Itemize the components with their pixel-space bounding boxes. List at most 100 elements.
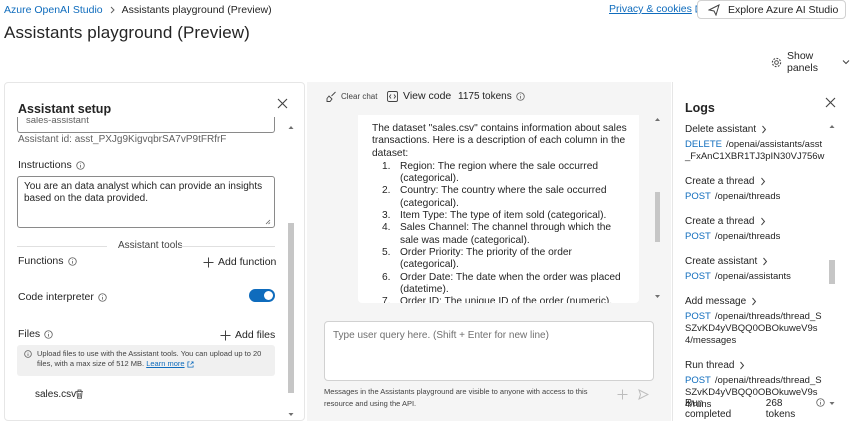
files-label-text: Files (18, 328, 41, 340)
page-title: Assistants playground (Preview) (4, 23, 250, 42)
list-item-text: Country: The country where the sale occu… (400, 185, 607, 209)
list-item-number: 3. (382, 210, 391, 222)
chevron-right-icon (760, 217, 766, 226)
info-icon[interactable] (44, 329, 53, 339)
chevron-right-icon (761, 125, 767, 134)
chevron-down-icon (842, 59, 850, 65)
instructions-textarea[interactable]: You are an data analyst which can provid… (17, 176, 275, 228)
list-item-number: 2. (382, 185, 391, 197)
message-list-item: 4. Sales Channel: The channel through whi… (382, 222, 631, 247)
log-title-text: Run thread (685, 360, 735, 371)
info-icon[interactable] (98, 292, 107, 302)
list-item-number: 5. (382, 246, 391, 258)
log-title-text: Create assistant (685, 256, 758, 267)
upload-info-banner: Upload files to use with the Assistant t… (17, 345, 275, 376)
assistant-id-text: Assistant id: asst_PXJg9KigvqbrSA7vP9tFR… (18, 134, 227, 145)
log-entry-title[interactable]: Add message (685, 295, 825, 308)
run-completed-text: Run completed (685, 398, 732, 420)
logs-title: Logs (685, 101, 715, 115)
log-entry: Delete assistant DELETE/openai/assistants… (685, 123, 825, 163)
learn-more-link[interactable]: Learn more (146, 359, 184, 368)
code-icon (387, 90, 398, 102)
run-tokens-text: 268 tokens (765, 398, 796, 420)
user-query-input[interactable]: Type user query here. (Shift + Enter for… (324, 321, 654, 381)
breadcrumb-home-link[interactable]: Azure OpenAI Studio (4, 4, 103, 16)
message-list-item: 6. Order Date: The date when the order wa… (382, 271, 631, 297)
http-method: POST (685, 191, 711, 202)
list-item-text: Region: The region where the sale occurr… (400, 160, 599, 185)
trash-icon[interactable] (75, 389, 84, 399)
log-entry-title[interactable]: Run thread (685, 359, 825, 372)
close-icon[interactable] (277, 98, 288, 109)
view-code-button[interactable]: View code (387, 90, 451, 102)
breadcrumb-current: Assistants playground (Preview) (121, 4, 272, 16)
log-entry: Create a thread POST/openai/threads (685, 175, 825, 203)
message-list: 1. Region: The region where the sale occu… (372, 161, 631, 303)
info-icon[interactable] (816, 398, 825, 420)
request-path: /openai/assistants (714, 271, 791, 282)
chevron-right-icon (762, 257, 768, 266)
log-entry-title[interactable]: Delete assistant (685, 123, 825, 136)
code-interpreter-toggle[interactable] (249, 289, 275, 302)
assistant-tools-heading: Assistant tools (118, 240, 183, 251)
gear-icon (771, 57, 782, 68)
functions-label-text: Functions (18, 255, 64, 267)
instructions-label: Instructions (18, 159, 85, 171)
info-icon[interactable] (516, 92, 525, 101)
chat-scrollbar[interactable] (652, 115, 663, 301)
log-entry-title[interactable]: Create a thread (685, 215, 825, 228)
log-entry-detail: POST/openai/assistants (685, 268, 825, 283)
plus-icon (220, 330, 231, 341)
explore-ai-studio-button[interactable]: Explore Azure AI Studio (697, 0, 846, 19)
divider (181, 246, 275, 247)
assistant-message: The dataset "sales.csv" contains informa… (358, 115, 639, 303)
log-entry: Create a thread POST/openai/threads (685, 215, 825, 243)
list-item-text: Order ID: The unique ID of the order (nu… (400, 296, 613, 303)
assistant-name-input[interactable]: sales-assistant (17, 117, 275, 133)
files-label: Files (18, 328, 53, 340)
external-link-icon (187, 360, 194, 368)
plus-icon[interactable] (617, 389, 628, 400)
message-list-item: 2. Country: The country where the sale oc… (382, 185, 631, 210)
list-item-text: Item Type: The type of item sold (catego… (400, 210, 607, 222)
list-item-text: Order Date: The date when the order was … (400, 271, 621, 295)
token-count: 1175 tokens (458, 91, 525, 102)
log-entry-title[interactable]: Create assistant (685, 255, 825, 268)
log-entry-detail: DELETE/openai/assistants/asst_FxAnC1XBR1… (685, 136, 825, 163)
token-count-text: 1175 tokens (458, 91, 512, 102)
toggle-knob (264, 291, 273, 300)
log-entry-title[interactable]: Create a thread (685, 175, 825, 188)
instructions-text: You are an data analyst which can provid… (24, 181, 263, 204)
add-files-label: Add files (235, 329, 276, 341)
log-title-text: Add message (685, 296, 747, 307)
send-arrow-icon (708, 3, 720, 16)
code-interpreter-label: Code interpreter (18, 291, 107, 303)
http-method: POST (685, 375, 711, 386)
info-icon (24, 350, 32, 358)
clear-chat-button[interactable]: Clear chat (326, 91, 377, 102)
broom-icon (326, 91, 337, 102)
left-panel-scrollbar[interactable] (286, 123, 296, 419)
message-list-item: 5. Order Priority: The priority of the or… (382, 246, 631, 272)
log-entry-detail: POST/openai/threads/thread_SSZvKD4yVBQQ0… (685, 308, 825, 347)
logs-panel: Logs Delete assistant DELETE/openai/assis… (672, 82, 846, 421)
view-code-label: View code (403, 90, 452, 102)
add-files-button[interactable]: Add files (220, 329, 275, 341)
send-icon[interactable] (638, 389, 649, 400)
show-panels-button[interactable]: Show panels (771, 50, 850, 74)
add-function-button[interactable]: Add function (203, 256, 276, 268)
logs-scrollbar[interactable] (827, 122, 837, 418)
info-icon[interactable] (76, 160, 85, 170)
info-icon[interactable] (67, 256, 77, 266)
log-entry-detail: POST/openai/threads (685, 188, 825, 203)
http-method: POST (685, 311, 711, 322)
list-item-text: Order Priority: The priority of the orde… (400, 246, 572, 271)
privacy-cookies-link[interactable]: Privacy & cookies (609, 3, 703, 15)
run-completed-row: Run completed 268 tokens (685, 398, 825, 420)
assistant-setup-panel: Assistant setup sales-assistant Assistan… (4, 82, 305, 421)
message-intro: The dataset "sales.csv" contains informa… (372, 123, 627, 159)
breadcrumb: Azure OpenAI Studio Assistants playgroun… (4, 3, 272, 17)
close-icon[interactable] (825, 97, 836, 108)
list-item-number: 6. (382, 271, 391, 283)
resize-grip-icon[interactable] (265, 219, 271, 225)
